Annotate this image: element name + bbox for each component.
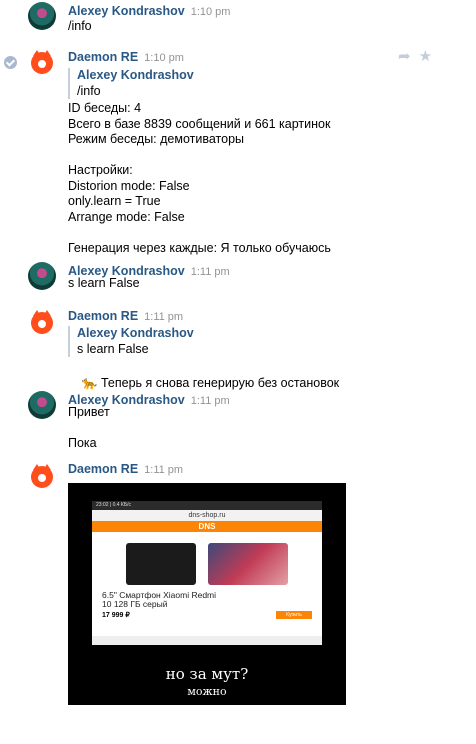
quote-author[interactable]: Alexey Kondrashov bbox=[77, 326, 194, 341]
leopard-emoji-icon: 🐆 bbox=[81, 375, 98, 390]
quoted-message[interactable]: Alexey Kondrashov /info bbox=[68, 68, 194, 99]
message-time[interactable]: 1:11 pm bbox=[144, 311, 183, 323]
quote-text: /info bbox=[77, 84, 101, 98]
product-title: 6.5" Смартфон Xiaomi Redmi 10 128 ГБ сер… bbox=[102, 590, 217, 609]
quote-text: s learn False bbox=[77, 342, 149, 356]
message-time[interactable]: 1:11 pm bbox=[191, 266, 230, 278]
message-time[interactable]: 1:11 pm bbox=[191, 395, 230, 407]
star-icon[interactable]: ★ bbox=[419, 48, 432, 65]
selected-check-icon[interactable] bbox=[4, 56, 17, 69]
message-text: /info bbox=[68, 19, 92, 33]
author-name[interactable]: Daemon RE bbox=[68, 462, 138, 476]
daemon-avatar-icon[interactable] bbox=[28, 461, 56, 489]
product-price: 17 999 ₽ bbox=[102, 612, 130, 619]
phone-front-image bbox=[208, 543, 288, 585]
message-author[interactable]: Alexey Kondrashov 1:10 pm bbox=[68, 4, 230, 18]
avatar[interactable] bbox=[28, 391, 56, 419]
phone-nav-bar bbox=[92, 636, 322, 645]
demotivator-caption-bottom: можно bbox=[187, 685, 227, 698]
demotivator-caption-top: но за мут? bbox=[165, 665, 249, 683]
avatar[interactable] bbox=[28, 2, 56, 30]
message-author[interactable]: Daemon RE 1:11 pm bbox=[68, 462, 183, 476]
phone-screenshot: 23:02 | 0.4 КБ/с dns-shop.ru DNS 6.5" См… bbox=[92, 501, 322, 645]
message-actions: ➦ ★ bbox=[398, 47, 440, 65]
phone-back-image bbox=[126, 543, 196, 585]
quoted-message[interactable]: Alexey Kondrashov s learn False bbox=[68, 326, 194, 357]
url-bar: dns-shop.ru bbox=[92, 510, 322, 521]
message-author[interactable]: Daemon RE 1:10 pm bbox=[68, 50, 184, 64]
author-name[interactable]: Alexey Kondrashov bbox=[68, 4, 185, 18]
avatar[interactable] bbox=[28, 262, 56, 290]
message-time[interactable]: 1:10 pm bbox=[191, 6, 231, 18]
buy-button: Купить bbox=[276, 611, 312, 619]
brand-bar: DNS bbox=[92, 521, 322, 532]
daemon-avatar-icon[interactable] bbox=[28, 307, 56, 335]
daemon-avatar-icon[interactable] bbox=[28, 47, 56, 75]
message-text: Привет Пока bbox=[68, 405, 110, 450]
author-name[interactable]: Daemon RE bbox=[68, 50, 138, 64]
message-text: ID беседы: 4 Всего в базе 8839 сообщений… bbox=[68, 101, 331, 255]
message-time[interactable]: 1:11 pm bbox=[144, 464, 183, 476]
author-name[interactable]: Daemon RE bbox=[68, 309, 138, 323]
message-author[interactable]: Daemon RE 1:11 pm bbox=[68, 309, 183, 323]
status-bar: 23:02 | 0.4 КБ/с bbox=[92, 501, 322, 510]
message-text-content: Теперь я снова генерирую без остановок bbox=[100, 375, 340, 390]
demotivator-image[interactable]: 23:02 | 0.4 КБ/с dns-shop.ru DNS 6.5" См… bbox=[68, 483, 346, 705]
message-time[interactable]: 1:10 pm bbox=[144, 52, 184, 64]
reply-icon[interactable]: ➦ bbox=[398, 48, 411, 65]
quote-author[interactable]: Alexey Kondrashov bbox=[77, 68, 194, 83]
message-text: s learn False bbox=[68, 276, 140, 290]
